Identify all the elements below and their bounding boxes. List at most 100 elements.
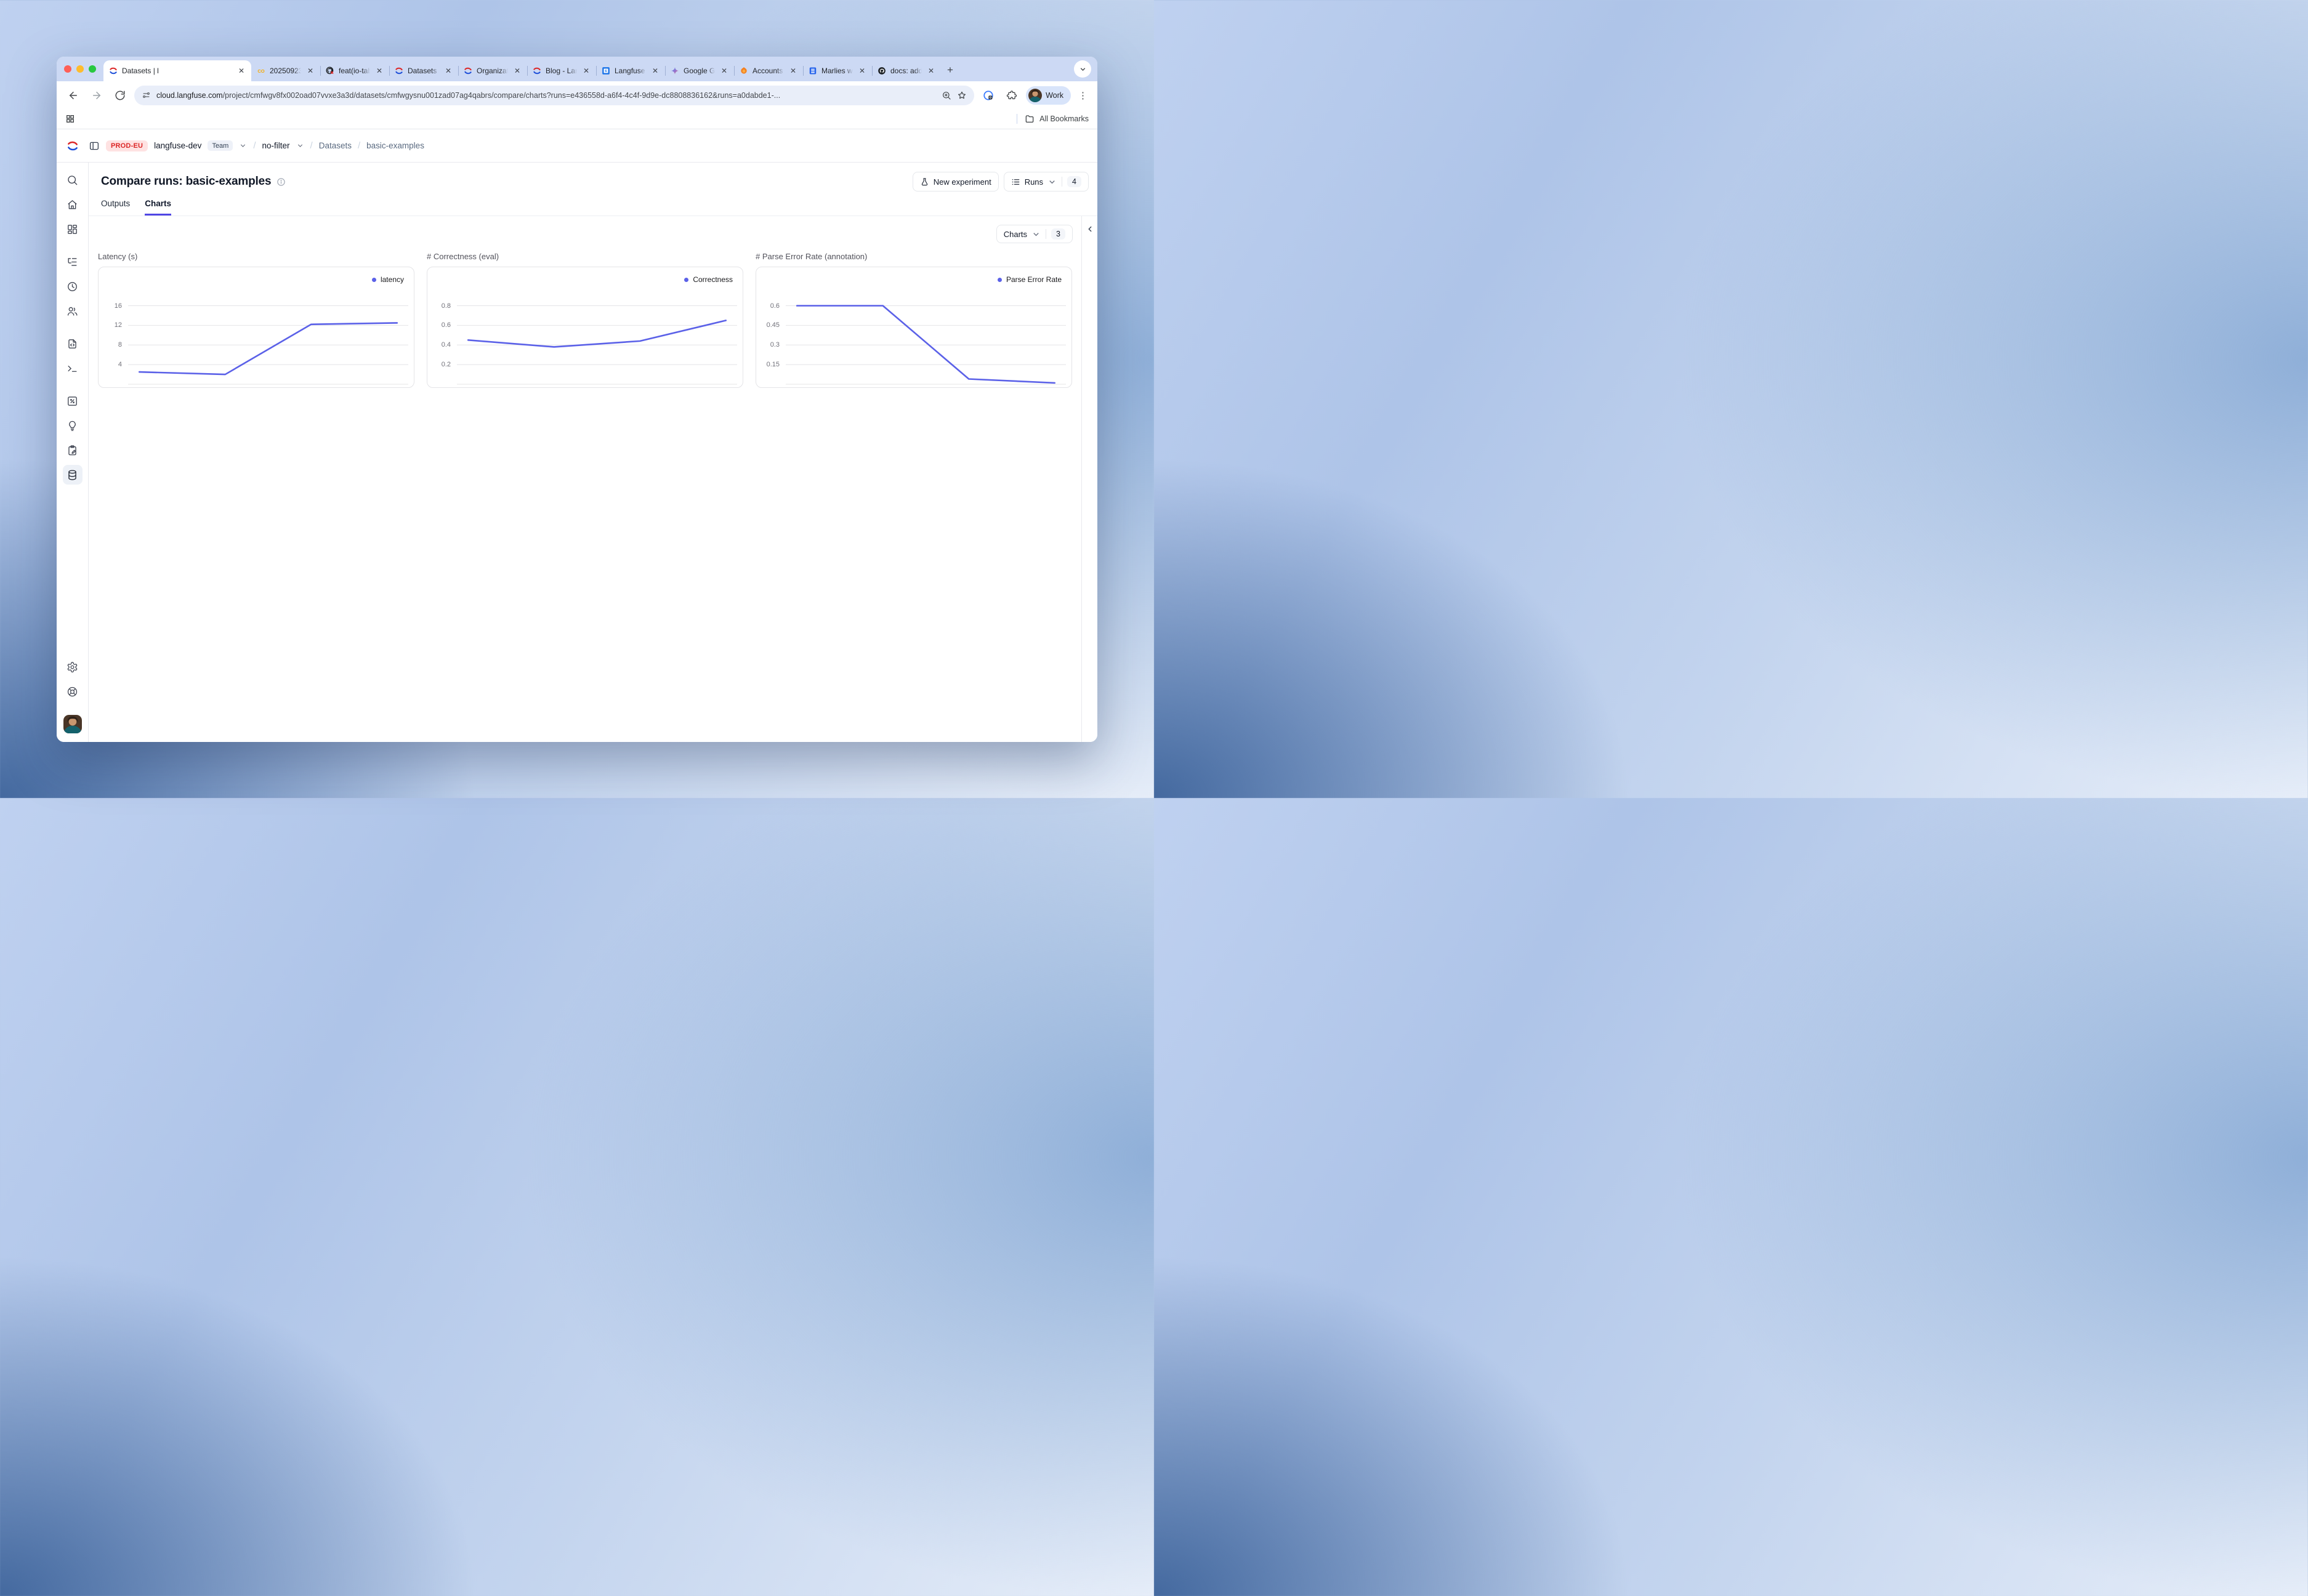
- browser-tab[interactable]: docs: add ✕: [872, 60, 941, 81]
- sidebar-item-tracing[interactable]: [63, 252, 83, 272]
- tab-close-button[interactable]: ✕: [927, 66, 935, 75]
- accounts-favicon: [740, 66, 748, 75]
- flask-icon: [920, 177, 929, 187]
- sidebar-item-support[interactable]: [63, 682, 83, 701]
- org-chevron[interactable]: [239, 142, 247, 150]
- sidebar-item-dashboards[interactable]: [63, 219, 83, 239]
- tab-separator: [734, 66, 735, 76]
- tab-close-button[interactable]: ✕: [720, 66, 728, 75]
- y-axis-tick-label: 12: [115, 321, 122, 329]
- sidebar-item-sessions[interactable]: [63, 276, 83, 296]
- new-tab-button[interactable]: +: [941, 64, 959, 81]
- sidebar-item-evaluators[interactable]: [63, 416, 83, 435]
- runs-label: Runs: [1025, 177, 1043, 187]
- sidebar-item-users[interactable]: [63, 301, 83, 321]
- tab-title: Blog - Lan: [546, 66, 578, 75]
- avatar-image: [63, 715, 82, 733]
- page-title: Compare runs: basic-examples: [101, 175, 271, 188]
- langfuse-logo[interactable]: [57, 140, 89, 152]
- tab-separator: [872, 66, 873, 76]
- sidebar-item-home[interactable]: [63, 195, 83, 214]
- browser-tab[interactable]: feat(io-tab✕: [320, 60, 389, 81]
- chart-card: Correctness0.80.60.40.2: [427, 267, 743, 388]
- sidebar-item-search[interactable]: [63, 170, 83, 190]
- browser-menu-button[interactable]: ⋮: [1076, 90, 1090, 101]
- data-line: [468, 320, 726, 347]
- apps-grid-icon[interactable]: [65, 114, 75, 124]
- browser-tab[interactable]: Datasets | L✕: [389, 60, 458, 81]
- reload-button[interactable]: [111, 86, 129, 105]
- tab-close-button[interactable]: ✕: [375, 66, 384, 75]
- new-experiment-button[interactable]: New experiment: [913, 172, 999, 191]
- minimize-window-button[interactable]: [76, 65, 84, 73]
- sidebar-item-prompts[interactable]: [63, 334, 83, 353]
- address-bar[interactable]: cloud.langfuse.com/project/cmfwgv8fx002o…: [134, 86, 974, 105]
- life-buoy-icon: [67, 686, 78, 698]
- charts-row: Latency (s)latency161284# Correctness (e…: [89, 251, 1081, 388]
- zoom-icon[interactable]: [942, 91, 951, 100]
- sidebar-item-annotation[interactable]: [63, 440, 83, 460]
- clock-icon: [67, 281, 78, 292]
- runs-dropdown-button[interactable]: Runs 4: [1004, 172, 1089, 191]
- list-icon: [1011, 177, 1020, 187]
- browser-tab[interactable]: Accounts |✕: [734, 60, 803, 81]
- sidebar-item-settings[interactable]: [63, 657, 83, 677]
- tab-close-button[interactable]: ✕: [513, 66, 522, 75]
- chevron-left-icon[interactable]: [1086, 225, 1094, 233]
- browser-tab[interactable]: 6Langfuse -✕: [596, 60, 665, 81]
- site-settings-icon[interactable]: [142, 91, 151, 100]
- forward-button[interactable]: [87, 86, 106, 105]
- browser-tab[interactable]: Google Ge✕: [665, 60, 734, 81]
- breadcrumb-project[interactable]: no-filter: [262, 141, 290, 150]
- chart-legend: Correctness: [684, 275, 733, 284]
- all-bookmarks-label[interactable]: All Bookmarks: [1039, 115, 1089, 123]
- user-avatar[interactable]: [63, 715, 82, 733]
- sidebar-toggle-button[interactable]: [89, 140, 100, 151]
- password-extension-icon[interactable]: [979, 86, 998, 105]
- charts-dropdown-button[interactable]: Charts 3: [996, 225, 1073, 243]
- browser-tab[interactable]: Datasets | l✕: [103, 60, 251, 81]
- breadcrumb-datasets-link[interactable]: Datasets: [319, 141, 352, 150]
- legend-dot-icon: [998, 278, 1002, 282]
- terminal-icon: [67, 363, 78, 374]
- charts-toolbar: Charts 3: [89, 216, 1081, 251]
- extensions-button[interactable]: [1003, 86, 1021, 105]
- y-axis-tick-label: 0.2: [442, 361, 451, 368]
- breadcrumb-org[interactable]: langfuse-dev: [154, 141, 201, 150]
- back-button[interactable]: [64, 86, 83, 105]
- tab-close-button[interactable]: ✕: [306, 66, 315, 75]
- sidebar-item-datasets[interactable]: [63, 465, 83, 485]
- browser-tab[interactable]: Organizatio✕: [458, 60, 527, 81]
- runs-count-badge: 4: [1067, 176, 1081, 187]
- browser-tab[interactable]: CO20250923✕: [251, 60, 320, 81]
- bookmark-star-icon[interactable]: [957, 91, 967, 100]
- tab-close-button[interactable]: ✕: [858, 66, 866, 75]
- browser-profile-chip[interactable]: Work: [1026, 86, 1071, 105]
- maximize-window-button[interactable]: [89, 65, 96, 73]
- breadcrumb-separator: /: [253, 140, 256, 151]
- line-chart-svg: [128, 290, 408, 384]
- tab-search-button[interactable]: [1074, 60, 1091, 78]
- tab-close-button[interactable]: ✕: [651, 66, 660, 75]
- tab-close-button[interactable]: ✕: [237, 66, 246, 75]
- tab-outputs[interactable]: Outputs: [101, 199, 130, 216]
- browser-toolbar: cloud.langfuse.com/project/cmfwgv8fx002o…: [57, 81, 1097, 109]
- lightbulb-icon: [67, 420, 78, 432]
- browser-tab[interactable]: Blog - Lan ✕: [527, 60, 596, 81]
- project-chevron[interactable]: [296, 142, 304, 150]
- tab-close-button[interactable]: ✕: [789, 66, 797, 75]
- browser-tab[interactable]: Marlies we✕: [803, 60, 872, 81]
- tab-charts[interactable]: Charts: [145, 199, 171, 216]
- info-icon[interactable]: [276, 177, 286, 187]
- y-axis-tick-label: 0.15: [767, 361, 780, 368]
- close-window-button[interactable]: [64, 65, 71, 73]
- tab-close-button[interactable]: ✕: [582, 66, 591, 75]
- sidebar-item-scores[interactable]: [63, 391, 83, 411]
- sidebar-item-playground[interactable]: [63, 358, 83, 378]
- users-icon: [67, 305, 78, 317]
- breadcrumb-dataset-name[interactable]: basic-examples: [366, 141, 424, 150]
- tab-separator: [527, 66, 528, 76]
- tab-title: docs: add: [890, 66, 922, 75]
- tab-separator: [458, 66, 459, 76]
- tab-close-button[interactable]: ✕: [444, 66, 453, 75]
